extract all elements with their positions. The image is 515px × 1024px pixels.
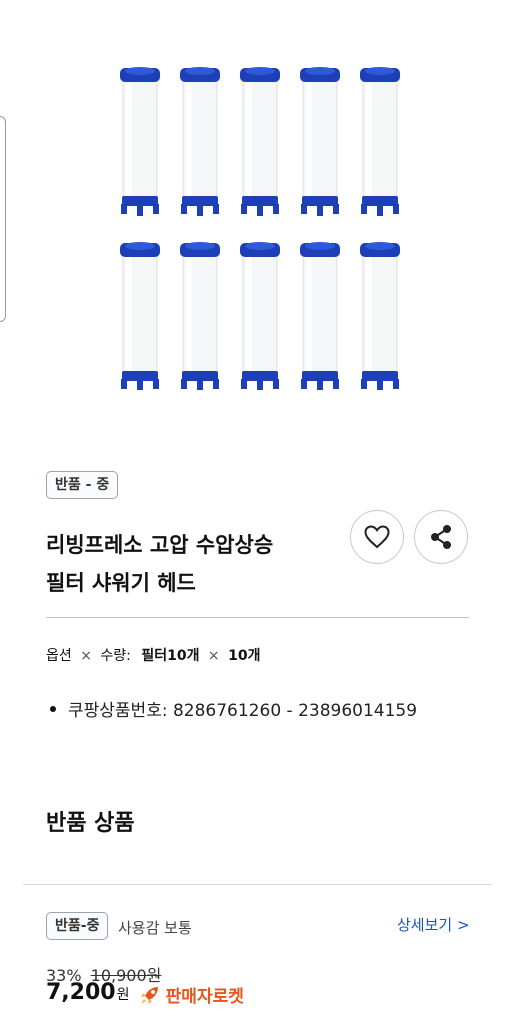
share-button[interactable] xyxy=(414,510,468,564)
product-number-text: 쿠팡상품번호: 8286761260 - 23896014159 xyxy=(68,701,418,721)
product-title-line2: 필터 샤워기 헤드 xyxy=(46,571,196,595)
quantity-value: 10개 xyxy=(228,648,261,664)
filter-cartridge xyxy=(300,67,340,216)
filter-cartridge xyxy=(240,67,280,216)
heart-icon xyxy=(364,525,390,549)
option-label: 옵션 xyxy=(46,648,72,664)
condition-badge: 반품 - 중 xyxy=(46,471,119,499)
sale-price: 7,200 xyxy=(46,980,116,1005)
filter-cartridge xyxy=(180,242,220,390)
wishlist-button[interactable] xyxy=(350,510,404,564)
filter-cartridge xyxy=(120,242,160,390)
option-value: 필터10개 xyxy=(141,648,200,664)
price-row: 7,200원 판매자로켓 xyxy=(46,980,244,1007)
product-title-line1: 리빙프레소 고압 수압상승 xyxy=(46,533,274,557)
filter-cartridge xyxy=(360,67,400,216)
filter-cartridge xyxy=(120,67,160,216)
details-link[interactable]: 상세보기 > xyxy=(397,914,470,935)
filter-cartridge xyxy=(240,242,280,390)
product-number: 쿠팡상품번호: 8286761260 - 23896014159 xyxy=(50,696,417,721)
divider xyxy=(46,617,469,618)
times-sign: × xyxy=(80,648,92,664)
return-products-heading: 반품 상품 xyxy=(46,811,135,836)
product-title: 리빙프레소 고압 수압상승 필터 샤워기 헤드 xyxy=(46,526,336,602)
product-image xyxy=(120,67,400,390)
return-condition-badge: 반품-중 xyxy=(46,912,109,940)
filter-cartridge xyxy=(360,242,400,390)
filter-cartridge xyxy=(300,242,340,390)
usage-level: 사용감 보통 xyxy=(118,919,192,937)
currency-unit: 원 xyxy=(116,987,130,1003)
divider xyxy=(23,884,492,885)
times-sign: × xyxy=(207,648,220,664)
rocket-icon xyxy=(140,986,158,1004)
side-panel-edge[interactable] xyxy=(0,116,6,322)
share-icon xyxy=(431,525,451,549)
seller-rocket-label: 판매자로켓 xyxy=(165,987,244,1007)
filter-cartridge xyxy=(180,67,220,216)
bullet-icon xyxy=(50,706,56,712)
option-summary: 옵션 × 수량: 필터10개 × 10개 xyxy=(46,645,260,665)
quantity-label: 수량: xyxy=(100,648,131,664)
